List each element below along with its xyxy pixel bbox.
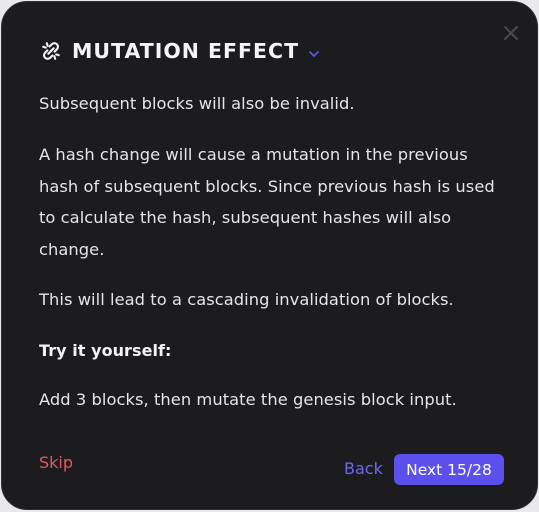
dialog-header: MUTATION EFFECT [39, 36, 321, 66]
close-icon[interactable] [501, 23, 521, 43]
tour-dialog: MUTATION EFFECT Subsequent blocks will a… [1, 1, 538, 510]
paragraph-intro: Subsequent blocks will also be invalid. [39, 94, 355, 113]
chevron-down-icon[interactable] [307, 47, 321, 61]
try-it-heading: Try it yourself: [39, 341, 172, 360]
next-button[interactable]: Next 15/28 [394, 454, 504, 485]
back-link[interactable]: Back [344, 458, 383, 480]
paragraph-consequence: This will lead to a cascading invalidati… [39, 290, 454, 309]
paragraph-explanation: A hash change will cause a mutation in t… [39, 145, 495, 259]
paragraph-instruction: Add 3 blocks, then mutate the genesis bl… [39, 390, 457, 409]
broken-link-icon [42, 42, 60, 60]
dialog-title: MUTATION EFFECT [72, 39, 300, 63]
skip-link[interactable]: Skip [39, 452, 73, 474]
